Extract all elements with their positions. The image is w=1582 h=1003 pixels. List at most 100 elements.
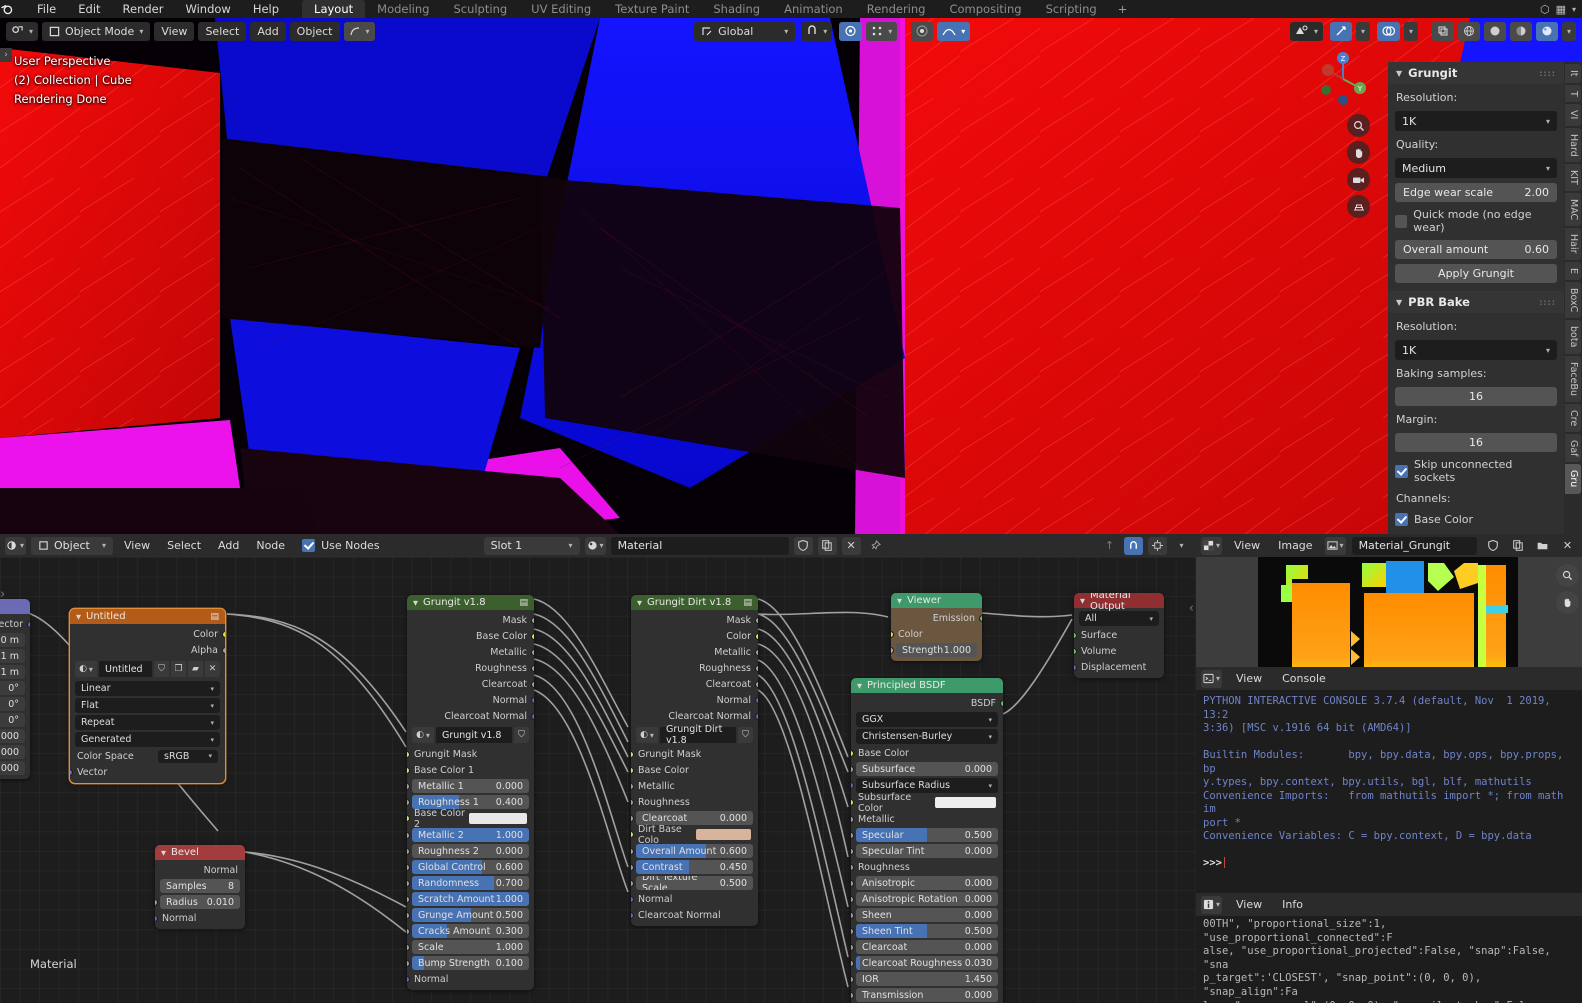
scene-icon[interactable]: ⬡ xyxy=(1540,3,1550,16)
snap-anim-icon[interactable] xyxy=(911,21,934,41)
node-dropdown[interactable]: Generated ▾ xyxy=(75,732,220,747)
proportional-falloff-icon[interactable]: ▾ xyxy=(866,21,898,41)
top-menu-edit[interactable]: Edit xyxy=(67,0,111,18)
node-socket-gray[interactable] xyxy=(851,991,854,999)
node-socket-gray[interactable] xyxy=(631,863,634,871)
node-sidebar-expand-left-icon[interactable]: › xyxy=(0,587,5,602)
snap-target-chevron-icon[interactable]: ▾ xyxy=(1172,537,1191,555)
node-socket-gray[interactable] xyxy=(851,831,854,839)
node-datablock-selector[interactable]: ◐ ▾ Grungit v1.8 ⛉ xyxy=(412,727,529,743)
new-image-icon[interactable]: ❐ xyxy=(171,661,186,677)
shading-material-icon[interactable] xyxy=(1510,21,1532,41)
n-panel-tab-it[interactable]: It xyxy=(1565,64,1581,83)
n-panel-tab-hair[interactable]: Hair xyxy=(1565,228,1581,260)
editor-type-3dview-icon[interactable]: ▾ xyxy=(6,21,39,41)
dropdown-1k[interactable]: 1K ▾ xyxy=(1395,111,1557,131)
node-socket-gray[interactable] xyxy=(755,648,758,656)
shading-solid-icon[interactable] xyxy=(1484,21,1506,41)
workspace-tab-uv-editing[interactable]: UV Editing xyxy=(519,0,603,18)
node-socket-yellow[interactable] xyxy=(407,814,410,822)
node-header[interactable]: ▼ Viewer xyxy=(891,593,982,608)
slider-overall-amount[interactable]: Overall amount 0.60 xyxy=(1395,240,1557,259)
n-panel-tab-mac[interactable]: MAC xyxy=(1565,193,1581,227)
shading-rendered-icon[interactable] xyxy=(1536,21,1558,41)
console-output[interactable]: PYTHON INTERACTIVE CONSOLE 3.7.4 (defaul… xyxy=(1196,690,1582,876)
workspace-tab-texture-paint[interactable]: Texture Paint xyxy=(603,0,701,18)
numeric-field[interactable]: 16 xyxy=(1395,387,1557,406)
node-prop-radius[interactable]: Radius 0.010 xyxy=(160,895,240,909)
button-apply-grungit[interactable]: Apply Grungit xyxy=(1395,264,1557,283)
node-socket-gray[interactable] xyxy=(851,863,854,871)
node-dropdown[interactable]: Repeat ▾ xyxy=(75,715,220,730)
node-socket-gray[interactable] xyxy=(407,831,410,839)
node-group-icon[interactable]: ▤ xyxy=(210,612,219,622)
console-menu-console[interactable]: Console xyxy=(1276,670,1332,687)
node-socket-gray[interactable] xyxy=(531,648,534,656)
node-partial-value[interactable]: 1 m xyxy=(0,649,25,663)
node-socket-green[interactable] xyxy=(1074,631,1077,639)
python-console-editor[interactable]: ▾ View Console PYTHON INTERACTIVE CONSOL… xyxy=(1196,667,1582,897)
gizmo-chevron-icon[interactable]: ▾ xyxy=(1355,21,1370,41)
open-folder-icon[interactable]: ▰ xyxy=(188,661,203,677)
node-socket-gray[interactable] xyxy=(851,879,854,887)
node-socket-green[interactable] xyxy=(1000,699,1003,707)
node-prop-strength[interactable]: Strength 1.000 xyxy=(896,643,977,657)
node-prop-global-control[interactable]: Global Control 0.600 xyxy=(412,860,529,874)
overlays-icon[interactable] xyxy=(1376,21,1400,41)
proportional-curve-icon[interactable]: ▾ xyxy=(937,21,971,41)
editor-type-shader-icon[interactable]: ▾ xyxy=(5,536,26,555)
node-socket-gray[interactable] xyxy=(407,847,410,855)
node-prop-ior[interactable]: IOR 1.450 xyxy=(856,972,998,986)
node-socket-gray[interactable] xyxy=(407,782,410,790)
workspace-tab-compositing[interactable]: Compositing xyxy=(937,0,1033,18)
node-grungit-v18[interactable]: ▼ Grungit v1.8 ▤ Mask Base Color Metallic Roug… xyxy=(407,595,534,990)
panel-drag-dots-icon[interactable]: :::: xyxy=(1539,69,1556,78)
node-color-swatch[interactable] xyxy=(696,829,751,840)
material-sphere-icon[interactable]: ▾ xyxy=(584,536,606,555)
gizmo-icon[interactable] xyxy=(1329,21,1352,41)
node-socket-gray[interactable] xyxy=(755,680,758,688)
3d-viewport[interactable]: ▾ Object Mode ▾ View Select Add Object ▾… xyxy=(0,18,1582,534)
open-folder-icon[interactable] xyxy=(1533,537,1552,555)
top-menu-file[interactable]: File xyxy=(26,0,67,18)
node-bevel[interactable]: ▼ Bevel Normal Samples 8 Radius 0.010 Normal xyxy=(155,845,245,929)
proportional-edit-icon[interactable] xyxy=(839,21,863,41)
overlays-chevron-icon[interactable]: ▾ xyxy=(1403,21,1418,41)
node-datablock-selector[interactable]: ◐ ▾ Grungit Dirt v1.8 ⛉ xyxy=(636,724,753,746)
shader-node-editor[interactable]: › ‹ ▼ Untitled ▤ Color Alpha ◐ ▾ Untitled ⛉ ❐ ▰ ✕ Li… xyxy=(0,534,1196,1003)
workspace-tab-modeling[interactable]: Modeling xyxy=(365,0,441,18)
node-dropdown[interactable]: Flat ▾ xyxy=(75,698,220,713)
node-prop-contrast[interactable]: Contrast 0.450 xyxy=(636,860,753,874)
node-socket-gray[interactable] xyxy=(407,863,410,871)
shading-wireframe-icon[interactable] xyxy=(1458,21,1480,41)
viewport-menu-add[interactable]: Add xyxy=(250,21,286,41)
node-socket-gray[interactable] xyxy=(531,680,534,688)
node-partial-value[interactable]: 000 xyxy=(0,761,25,775)
image-name-field[interactable]: Material_Grungit xyxy=(1351,536,1477,555)
node-prop-anisotropic-rotation[interactable]: Anisotropic Rotation 0.000 xyxy=(856,892,998,906)
zoom-icon[interactable] xyxy=(1347,114,1370,137)
node-socket-gray[interactable] xyxy=(755,616,758,624)
node-color-row[interactable]: Base Color 2 xyxy=(407,808,534,830)
top-menu-help[interactable]: Help xyxy=(242,0,290,18)
node-image-texture[interactable]: ▼ Untitled ▤ Color Alpha ◐ ▾ Untitled ⛉ ❐ ▰ ✕ Linear… xyxy=(70,609,225,783)
node-prop-specular-tint[interactable]: Specular Tint 0.000 xyxy=(856,844,998,858)
node-socket-gray[interactable] xyxy=(407,959,410,967)
add-workspace-button[interactable]: + xyxy=(1109,0,1137,18)
node-socket-gray[interactable] xyxy=(407,943,410,951)
node-prop-roughness-1[interactable]: Roughness 1 0.400 xyxy=(412,795,529,809)
snap-up-icon[interactable]: ↑ xyxy=(1100,537,1119,555)
node-sidebar-expand-right-icon[interactable]: ‹ xyxy=(1189,601,1194,616)
node-socket-gray[interactable] xyxy=(851,959,854,967)
node-group-icon[interactable]: ▤ xyxy=(743,598,752,608)
material-name-field[interactable]: Material xyxy=(610,536,789,555)
node-socket-yellow[interactable] xyxy=(755,632,758,640)
n-panel-tab-gru[interactable]: Gru xyxy=(1565,464,1581,494)
editor-type-info-icon[interactable]: ▾ xyxy=(1201,895,1222,914)
node-header[interactable]: ▼ Grungit v1.8 ▤ xyxy=(407,595,534,610)
use-nodes-checkbox[interactable]: Use Nodes xyxy=(296,537,386,554)
top-menu-window[interactable]: Window xyxy=(174,0,241,18)
workspace-tab-animation[interactable]: Animation xyxy=(772,0,855,18)
node-socket-yellow[interactable] xyxy=(407,766,410,774)
workspace-tab-shading[interactable]: Shading xyxy=(701,0,772,18)
